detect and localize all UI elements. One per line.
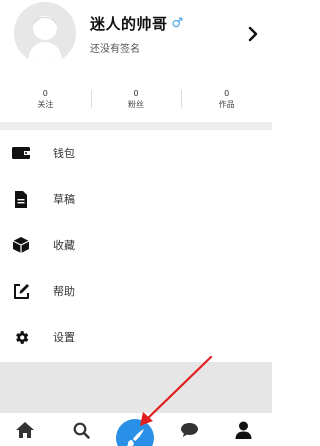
menu-item-drafts[interactable]: 草稿: [0, 176, 272, 222]
stat-value: 0: [224, 89, 230, 98]
profile-header[interactable]: 迷人的帅哥 ♂ 还没有签名: [0, 0, 272, 72]
user-signature: 还没有签名: [90, 44, 140, 55]
tab-messages[interactable]: [178, 419, 200, 441]
favorites-box-icon: [12, 236, 30, 254]
gender-male-icon: ♂: [171, 15, 184, 31]
tab-search[interactable]: [70, 419, 92, 441]
wallet-icon: [12, 144, 30, 162]
stat-label: 关注: [37, 100, 54, 109]
menu-item-wallet[interactable]: 钱包: [0, 130, 272, 176]
chevron-right-icon[interactable]: [243, 22, 263, 46]
stat-following[interactable]: 0 关注: [0, 84, 91, 114]
tab-create[interactable]: [116, 419, 154, 446]
stats-bar: 0 关注 0 粉丝 0 作品: [0, 84, 272, 114]
message-bubble-icon: [180, 423, 198, 437]
help-edit-icon: [12, 282, 30, 300]
settings-gear-icon: [12, 328, 30, 346]
tab-home[interactable]: [14, 419, 36, 441]
section-divider: [0, 122, 272, 130]
menu-item-settings[interactable]: 设置: [0, 314, 272, 360]
menu-label: 帮助: [53, 285, 75, 298]
stat-value: 0: [133, 89, 139, 98]
stat-label: 粉丝: [128, 100, 144, 109]
stat-works[interactable]: 0 作品: [181, 84, 272, 114]
home-icon: [16, 422, 34, 438]
default-avatar-icon: [14, 2, 76, 64]
user-name: 迷人的帅哥: [90, 14, 168, 33]
menu-list: 钱包 草稿 收藏 帮助 设置: [0, 130, 272, 360]
brush-create-icon: [126, 429, 144, 446]
empty-content-area: [0, 362, 272, 412]
menu-label: 收藏: [53, 239, 75, 252]
menu-item-favorites[interactable]: 收藏: [0, 222, 272, 268]
menu-label: 钱包: [53, 147, 75, 160]
bottom-tab-bar: [0, 412, 272, 446]
tab-profile[interactable]: [232, 419, 254, 441]
stat-label: 作品: [218, 100, 235, 109]
avatar[interactable]: [14, 2, 76, 64]
name-row: 迷人的帅哥 ♂: [90, 12, 183, 34]
stat-value: 0: [42, 89, 48, 98]
search-icon: [73, 422, 90, 439]
stat-followers[interactable]: 0 粉丝: [90, 84, 182, 114]
menu-label: 草稿: [53, 193, 75, 206]
menu-item-help[interactable]: 帮助: [0, 268, 272, 314]
profile-icon: [235, 421, 251, 439]
menu-label: 设置: [53, 331, 75, 344]
draft-document-icon: [12, 190, 30, 208]
